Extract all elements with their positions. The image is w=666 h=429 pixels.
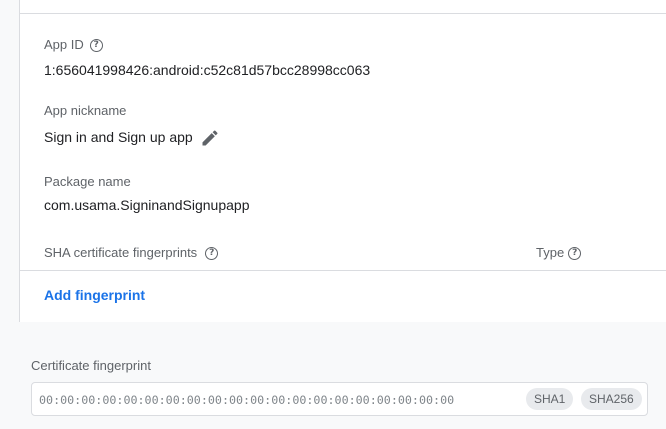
- sha-help-icon[interactable]: ?: [205, 246, 219, 260]
- app-id-label: App ID: [44, 37, 84, 52]
- add-fingerprint-link[interactable]: Add fingerprint: [44, 287, 145, 303]
- certificate-fingerprint-field: SHA1 SHA256: [31, 382, 648, 416]
- app-nickname-label-row: App nickname: [44, 103, 126, 119]
- app-id-help-icon[interactable]: ?: [89, 38, 103, 52]
- divider: [20, 270, 666, 271]
- type-label-row: Type ?: [536, 245, 582, 261]
- certificate-fingerprint-label: Certificate fingerprint: [31, 358, 151, 373]
- type-help-icon[interactable]: ?: [568, 246, 582, 260]
- sha1-chip[interactable]: SHA1: [526, 388, 574, 410]
- app-nickname-label: App nickname: [44, 103, 127, 118]
- type-label: Type: [536, 245, 565, 260]
- sha-fingerprints-label: SHA certificate fingerprints: [44, 245, 198, 260]
- sha256-chip[interactable]: SHA256: [581, 388, 642, 410]
- pencil-icon[interactable]: [200, 128, 220, 148]
- sha-fingerprints-label-row: SHA certificate fingerprints ?: [44, 245, 219, 261]
- package-name-value: com.usama.SigninandSignupapp: [44, 197, 250, 213]
- package-name-label: Package name: [44, 174, 131, 189]
- app-id-value: 1:656041998426:android:c52c81d57bcc28998…: [44, 62, 371, 78]
- package-name-label-row: Package name: [44, 174, 131, 190]
- app-settings-card: App ID ? 1:656041998426:android:c52c81d5…: [19, 0, 666, 322]
- certificate-fingerprint-input[interactable]: [39, 390, 514, 410]
- divider: [20, 13, 666, 14]
- app-nickname-value: Sign in and Sign up app: [44, 129, 193, 145]
- app-id-label-row: App ID ?: [44, 37, 103, 53]
